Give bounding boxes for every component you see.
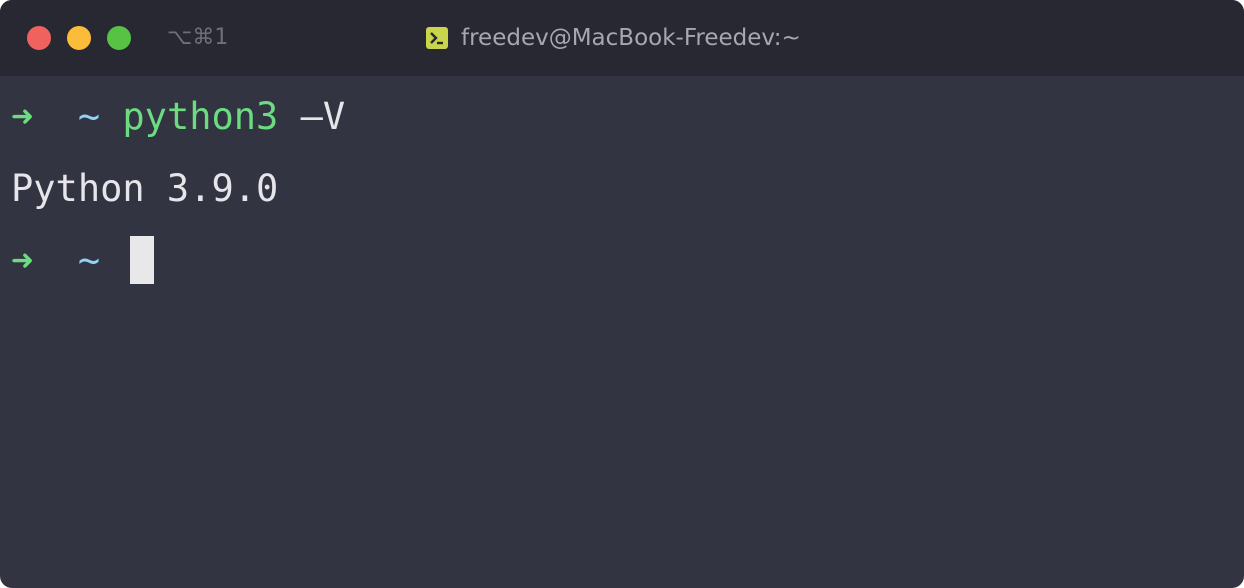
minimize-button[interactable]	[67, 26, 91, 50]
tab-shortcut-label: ⌥⌘1	[167, 25, 229, 50]
prompt-cwd: ~	[77, 239, 101, 282]
command-args: –V	[300, 95, 346, 138]
terminal-window: ⌥⌘1 freedev@MacBook-Freedev:~ ➜ ~ python…	[0, 0, 1244, 588]
prompt-line-current: ➜ ~	[11, 237, 100, 285]
terminal-content[interactable]: ➜ ~ python3 –V Python 3.9.0 ➜ ~	[0, 76, 1244, 588]
prompt-line: ➜ ~ python3 –V	[11, 93, 345, 141]
window-title: freedev@MacBook-Freedev:~	[461, 25, 801, 51]
window-title-group: freedev@MacBook-Freedev:~	[426, 22, 801, 54]
prompt-arrow-icon: ➜	[11, 95, 34, 138]
text-cursor	[130, 236, 154, 284]
close-button[interactable]	[27, 26, 51, 50]
title-bar[interactable]: ⌥⌘1 freedev@MacBook-Freedev:~	[0, 0, 1244, 76]
command-text: python3	[122, 95, 279, 138]
terminal-icon	[426, 27, 448, 49]
output-line: Python 3.9.0	[11, 167, 279, 210]
prompt-cwd: ~	[77, 95, 101, 138]
prompt-arrow-icon: ➜	[11, 239, 34, 282]
zoom-button[interactable]	[107, 26, 131, 50]
